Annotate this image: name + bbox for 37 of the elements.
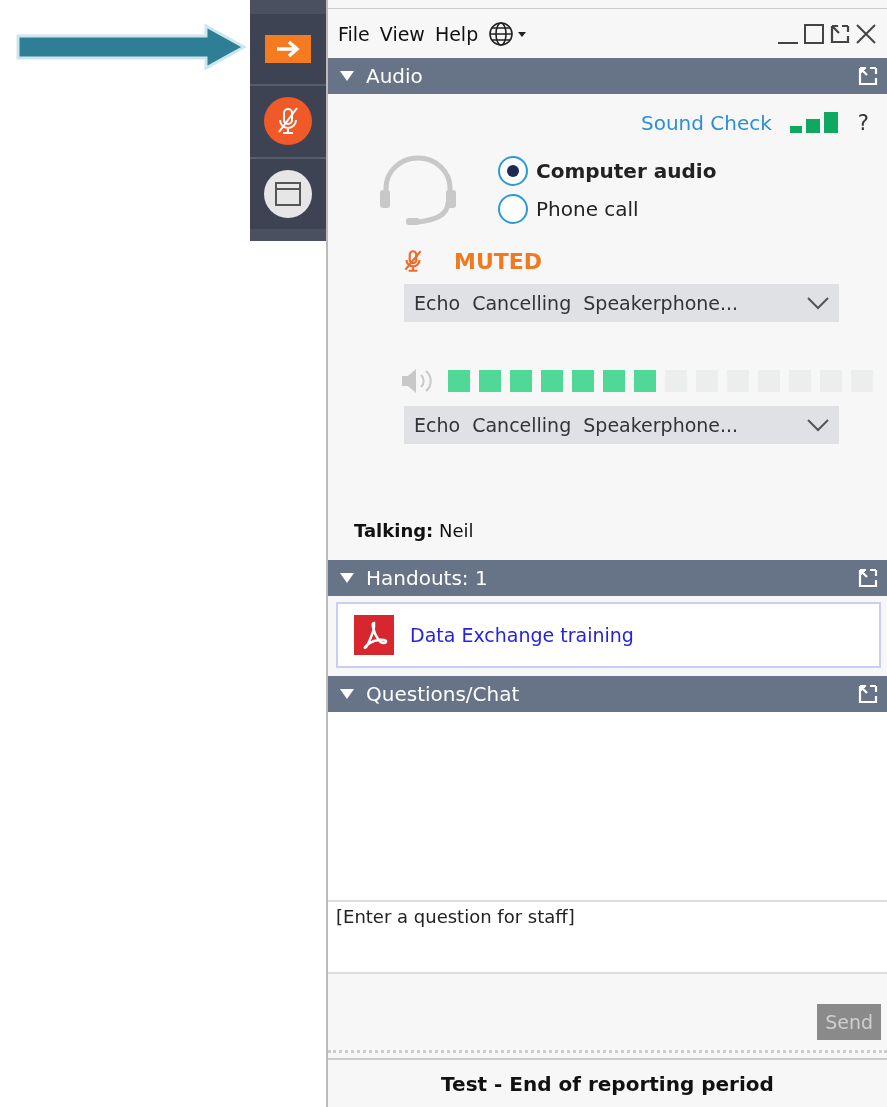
radio-option[interactable]: Computer audio <box>498 156 717 186</box>
handout-item[interactable]: Data Exchange training <box>336 602 881 668</box>
menu-item[interactable]: Help <box>434 22 479 45</box>
speaker-dropdown[interactable]: Echo Cancelling Speakerphone... <box>404 406 839 444</box>
menu-item[interactable]: File <box>338 22 370 45</box>
signal-icon <box>789 112 840 134</box>
pointer-arrow-icon <box>16 24 246 70</box>
muted-label: MUTED <box>454 248 543 274</box>
question-input[interactable]: [Enter a question for staff] <box>328 900 887 974</box>
popout-icon[interactable] <box>857 65 879 87</box>
radio-option[interactable]: Phone call <box>498 194 717 224</box>
popout-icon[interactable] <box>857 683 879 705</box>
resize-grip[interactable] <box>328 1050 887 1060</box>
microphone-dropdown[interactable]: Echo Cancelling Speakerphone... <box>404 284 839 322</box>
section-header[interactable]: Audio <box>328 58 887 94</box>
close-icon[interactable] <box>855 22 877 45</box>
section-header[interactable]: Handouts: 1 <box>328 560 887 596</box>
footer-title: Test - End of reporting period <box>440 1070 775 1098</box>
maximize-icon[interactable] <box>803 22 825 45</box>
help-icon[interactable]: ? <box>857 111 869 135</box>
handout-link[interactable]: Data Exchange training <box>410 624 634 646</box>
menu-item[interactable]: View <box>379 22 425 45</box>
collapse-triangle-icon[interactable] <box>340 688 354 700</box>
popout-icon[interactable] <box>829 22 851 45</box>
collapse-triangle-icon[interactable] <box>340 572 354 584</box>
chevron-icon <box>807 418 829 432</box>
collapse-triangle-icon[interactable] <box>340 70 354 82</box>
popout-icon[interactable] <box>857 567 879 589</box>
window-button[interactable] <box>263 168 313 219</box>
muted-mic-button[interactable] <box>263 96 313 147</box>
chevron-icon <box>807 296 829 310</box>
talking-label: Talking: Neil <box>354 520 475 541</box>
globe-icon[interactable] <box>488 20 529 47</box>
speaker-icon <box>400 366 434 396</box>
arrow-button[interactable] <box>265 35 311 64</box>
pdf-icon <box>354 615 394 655</box>
section-header[interactable]: Questions/Chat <box>328 676 887 712</box>
